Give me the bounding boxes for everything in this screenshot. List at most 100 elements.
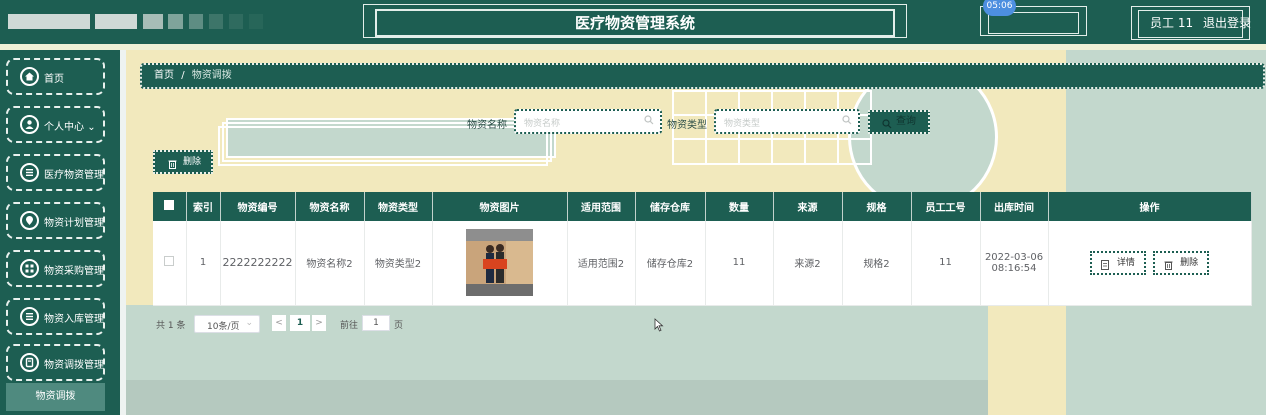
- sidebar-item-label: 物资采购管理: [44, 266, 104, 277]
- row-delete-label: 删除: [1180, 257, 1199, 268]
- select-all-checkbox[interactable]: [164, 200, 175, 210]
- column-header: 数量: [705, 192, 774, 221]
- sidebar-item-label: 物资入库管理: [44, 314, 104, 325]
- sidebar-item-medical-supplies[interactable]: 医疗物资管理: [6, 154, 105, 191]
- actions-cell: 详情 删除: [1048, 221, 1252, 306]
- user-icon: [20, 115, 39, 134]
- sidebar-item-plan[interactable]: 物资计划管理: [6, 202, 105, 239]
- sidebar-item-inbound[interactable]: 物资入库管理: [6, 298, 105, 335]
- outbound-clock: 08:16:54: [991, 262, 1037, 274]
- search-icon: [644, 115, 654, 128]
- list-icon: [20, 163, 39, 182]
- name-search-placeholder: 物资名称: [524, 119, 561, 129]
- name-search-input[interactable]: 物资名称: [514, 109, 662, 134]
- header-decor: [189, 14, 203, 29]
- search-button-label: 查询: [896, 116, 916, 127]
- row-checkbox[interactable]: [164, 256, 175, 267]
- column-header: 操作: [1048, 192, 1252, 221]
- breadcrumb-current: 物资调拨: [191, 70, 232, 81]
- detail-button[interactable]: 详情: [1089, 250, 1146, 278]
- sidebar-item-personal-center[interactable]: 个人中心 ⌄: [6, 106, 105, 143]
- name-search-label: 物资名称: [467, 120, 507, 131]
- search-icon: [882, 117, 892, 137]
- goto-label: 前往: [340, 321, 359, 331]
- bg-decor: [126, 380, 988, 415]
- mouse-cursor-icon: [654, 318, 664, 332]
- goto-page-input[interactable]: 1: [362, 315, 390, 331]
- code-cell: 2222222222: [220, 221, 296, 306]
- breadcrumb-separator: /: [181, 70, 185, 81]
- select-all-header[interactable]: [153, 192, 187, 221]
- header-decor: [209, 14, 223, 29]
- trash-icon: [168, 157, 177, 177]
- sidebar-item-label: 物资计划管理: [44, 218, 104, 229]
- warehouse-cell: 储存仓库2: [635, 221, 706, 306]
- sidebar-subitem-transfer[interactable]: 物资调拨: [6, 383, 105, 411]
- sidebar: 首页 个人中心 ⌄ 医疗物资管理 物资计划管理 物资采购管理 物资入库管理 物资…: [0, 50, 126, 415]
- breadcrumb: 首页 / 物资调拨: [140, 63, 1265, 89]
- app-title: 医疗物资管理系统: [574, 14, 695, 32]
- breadcrumb-home[interactable]: 首页: [154, 70, 174, 81]
- column-header: 储存仓库: [635, 192, 706, 221]
- column-header: 物资类型: [364, 192, 433, 221]
- list-icon: [20, 307, 39, 326]
- type-search-label: 物资类型: [667, 120, 707, 131]
- column-header: 来源: [773, 192, 843, 221]
- column-header: 索引: [186, 192, 221, 221]
- column-header: 物资名称: [295, 192, 365, 221]
- staff-no-cell: 11: [911, 221, 981, 306]
- type-search-input[interactable]: 物资类型: [714, 109, 860, 134]
- quantity-cell: 11: [705, 221, 774, 306]
- header-decor: [249, 14, 263, 29]
- bulk-delete-label: 删除: [183, 157, 202, 167]
- column-header: 物资编号: [220, 192, 296, 221]
- type-search-placeholder: 物资类型: [724, 119, 761, 129]
- scope-cell: 适用范围2: [567, 221, 636, 306]
- home-icon: [20, 67, 39, 86]
- index-cell: 1: [186, 221, 221, 306]
- row-delete-button[interactable]: 删除: [1153, 250, 1210, 278]
- search-button[interactable]: 查询: [868, 110, 930, 134]
- chevron-down-icon: ⌄: [87, 122, 96, 133]
- current-page[interactable]: 1: [290, 315, 310, 331]
- total-count: 共 1 条: [156, 321, 186, 331]
- main-content: 首页 / 物资调拨 物资名称 物资名称 物资类型 物资类型 查询 删除 索引 物…: [126, 50, 1266, 415]
- sidebar-item-transfer[interactable]: 物资调拨管理: [6, 344, 105, 381]
- column-header: 出库时间: [980, 192, 1049, 221]
- page-size-select[interactable]: 10条/页 ⌄: [194, 315, 260, 333]
- table-row: 1 2222222222 物资名称2 物资类型2 适用范围2 储存仓库2 11 …: [153, 221, 1252, 306]
- search-icon: [842, 115, 852, 128]
- sidebar-item-label: 医疗物资管理: [44, 170, 104, 181]
- top-header: 医疗物资管理系统 05:06 员工 11 退出登录: [0, 0, 1266, 46]
- document-icon: [1100, 258, 1109, 278]
- sidebar-item-label: 物资调拨管理: [44, 360, 104, 371]
- sidebar-item-home[interactable]: 首页: [6, 58, 105, 95]
- next-page-button[interactable]: >: [312, 315, 326, 331]
- column-header: 适用范围: [567, 192, 636, 221]
- spec-cell: 规格2: [842, 221, 912, 306]
- sidebar-item-label: 首页: [44, 74, 64, 85]
- table-header-row: 索引 物资编号 物资名称 物资类型 物资图片 适用范围 储存仓库 数量 来源 规…: [153, 192, 1252, 221]
- row-select-cell[interactable]: [153, 221, 187, 306]
- supplies-table: 索引 物资编号 物资名称 物资类型 物资图片 适用范围 储存仓库 数量 来源 规…: [153, 192, 1252, 306]
- header-decor: [8, 14, 90, 29]
- trash-icon: [1164, 258, 1173, 278]
- grid-icon: [20, 259, 39, 278]
- header-decor: [95, 14, 137, 29]
- clock-badge: 05:06: [983, 0, 1016, 16]
- column-header: 员工工号: [911, 192, 981, 221]
- prev-page-button[interactable]: <: [272, 315, 286, 331]
- bulk-delete-button[interactable]: 删除: [153, 150, 213, 174]
- type-cell: 物资类型2: [364, 221, 433, 306]
- chevron-down-icon: ⌄: [245, 318, 253, 328]
- source-cell: 来源2: [773, 221, 843, 306]
- logout-link[interactable]: 退出登录: [1203, 14, 1251, 31]
- name-cell: 物资名称2: [295, 221, 365, 306]
- header-decor: [229, 14, 243, 29]
- supply-photo[interactable]: [466, 229, 533, 297]
- detail-label: 详情: [1116, 257, 1135, 268]
- page-suffix: 页: [394, 321, 404, 331]
- sidebar-item-label: 个人中心 ⌄: [44, 122, 96, 133]
- column-header: 物资图片: [432, 192, 568, 221]
- sidebar-item-purchase[interactable]: 物资采购管理: [6, 250, 105, 287]
